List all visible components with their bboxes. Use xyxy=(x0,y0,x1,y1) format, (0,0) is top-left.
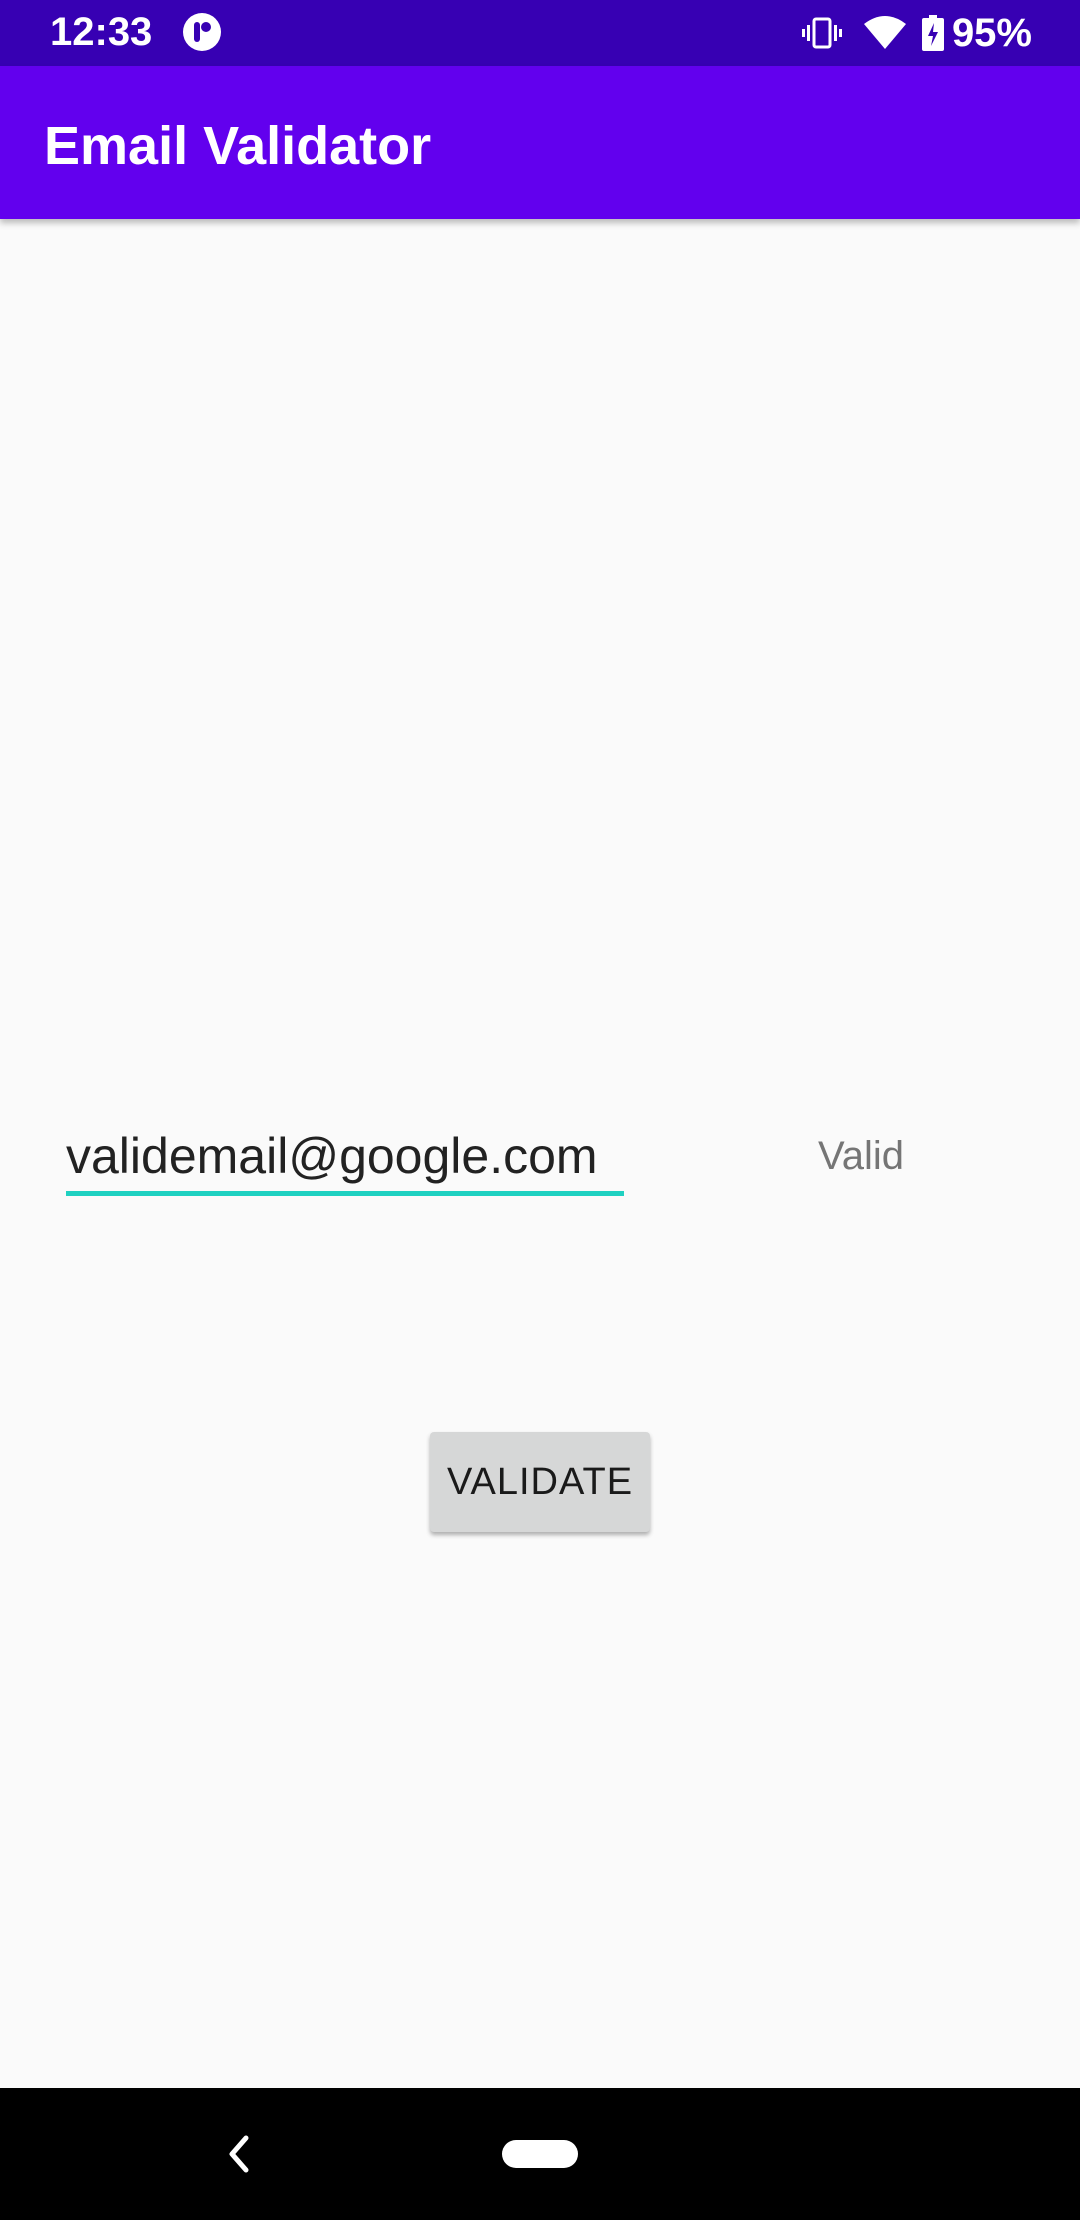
wifi-icon xyxy=(863,16,906,50)
back-icon[interactable] xyxy=(222,2132,258,2176)
validate-button[interactable]: VALIDATE xyxy=(430,1432,650,1532)
status-time: 12:33 xyxy=(50,10,153,54)
home-pill-icon[interactable] xyxy=(502,2140,578,2168)
status-icons: 95% xyxy=(801,8,1032,58)
app-bar: Email Validator xyxy=(0,66,1080,219)
validation-status-label: Valid xyxy=(818,1134,904,1178)
status-bar: 12:33 95% xyxy=(0,0,1080,66)
battery-percent: 95% xyxy=(951,11,1032,55)
app-title: Email Validator xyxy=(44,116,432,176)
app-notification-icon xyxy=(182,12,222,52)
navigation-bar xyxy=(0,2088,1080,2220)
battery-charging-icon xyxy=(921,15,944,51)
email-input[interactable] xyxy=(66,1120,624,1196)
vibrate-icon xyxy=(801,17,842,49)
